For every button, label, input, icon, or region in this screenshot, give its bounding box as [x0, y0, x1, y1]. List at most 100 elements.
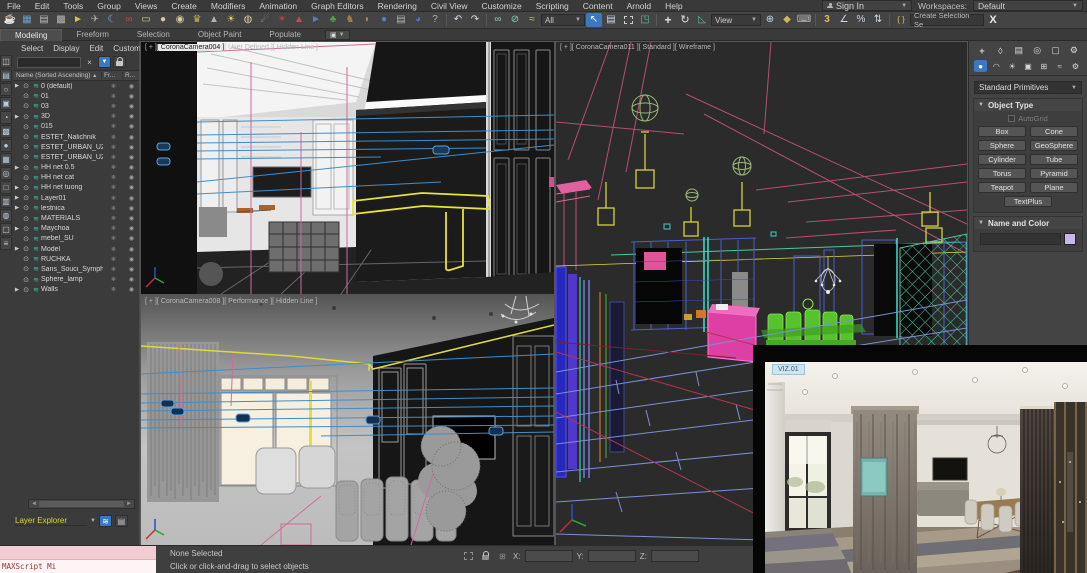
utilities-tab-icon[interactable]: ⚙	[1067, 44, 1081, 57]
menu-item[interactable]: Create	[164, 1, 204, 11]
frozen-toggle-icon[interactable]: ❄	[103, 164, 124, 171]
explorer-filter-icon[interactable]: ▣	[0, 97, 12, 110]
render-toggle-icon[interactable]: ◉	[124, 256, 139, 263]
toolbar-icon[interactable]: ▤	[36, 13, 52, 27]
ribbon-tab-selection[interactable]: Selection	[123, 29, 184, 41]
layer-row[interactable]: ▶ ⊙ ≋ HH net 0.5 ❄ ◉	[13, 163, 139, 173]
layer-row[interactable]: ▶ ⊙ ≋ HH net cat ❄ ◉	[13, 173, 139, 183]
geometry-category-dropdown[interactable]: Standard Primitives ▼	[974, 81, 1082, 94]
x-coordinate-field[interactable]	[525, 550, 573, 562]
primitive-button[interactable]: Teapot	[978, 182, 1026, 193]
visibility-eye-icon[interactable]: ⊙	[21, 255, 31, 263]
explorer-filter-icon[interactable]: ≡	[0, 237, 12, 250]
viewport-1-label[interactable]: [ + ][ CoronaCamera004 ][ User Defined ]…	[145, 44, 318, 51]
layer-row[interactable]: ▶ ⊙ ≋ ESTET_Nalichnik ❄ ◉	[13, 132, 139, 142]
redo-icon[interactable]: ↷	[467, 13, 483, 27]
hierarchy-mode-icon[interactable]: ▤	[115, 515, 128, 527]
viewport-preset-label[interactable]: [ Performance ]	[224, 298, 272, 305]
frozen-toggle-icon[interactable]: ❄	[103, 93, 124, 100]
viewport-bottom-left[interactable]: [ + ][ CoronaCamera008 ][ Performance ][…	[141, 296, 554, 545]
toolbar-icon[interactable]: ◍	[240, 13, 256, 27]
select-link-icon[interactable]: ∞	[490, 13, 506, 27]
frozen-toggle-icon[interactable]: ❄	[103, 276, 124, 283]
toolbar-icon[interactable]: ♛	[189, 13, 205, 27]
viewport-3-label[interactable]: [ + ][ CoronaCamera011 ][ Standard ][ Wi…	[560, 44, 715, 51]
layer-row[interactable]: ▶ ⊙ ≋ HH net tuong ❄ ◉	[13, 183, 139, 193]
ribbon-tab-object-paint[interactable]: Object Paint	[184, 29, 256, 41]
frozen-toggle-icon[interactable]: ❄	[103, 123, 124, 130]
render-toggle-icon[interactable]: ◉	[124, 123, 139, 130]
frozen-toggle-icon[interactable]: ❄	[103, 225, 124, 232]
menu-item[interactable]: File	[0, 1, 28, 11]
frozen-toggle-icon[interactable]: ❄	[103, 184, 124, 191]
expand-arrow-icon[interactable]: ▶	[13, 246, 21, 252]
viewport-menu-plus[interactable]: [ + ]	[145, 298, 157, 305]
use-pivot-icon[interactable]: ⊕	[762, 13, 778, 27]
frozen-toggle-icon[interactable]: ❄	[103, 246, 124, 253]
visibility-eye-icon[interactable]: ⊙	[21, 113, 31, 121]
frozen-toggle-icon[interactable]: ❄	[103, 266, 124, 273]
layer-row[interactable]: ▶ ⊙ ≋ 0 (default) ❄ ◉	[13, 81, 139, 91]
expand-arrow-icon[interactable]: ▶	[13, 205, 21, 211]
visibility-eye-icon[interactable]: ⊙	[21, 225, 31, 233]
frozen-toggle-icon[interactable]: ❄	[103, 144, 124, 151]
menu-item[interactable]: Graph Editors	[304, 1, 370, 11]
render-toggle-icon[interactable]: ◉	[124, 246, 139, 253]
menu-item[interactable]: Tools	[56, 1, 90, 11]
render-toggle-icon[interactable]: ◉	[124, 154, 139, 161]
select-by-name-icon[interactable]: ▤	[603, 13, 619, 27]
frozen-toggle-icon[interactable]: ❄	[103, 256, 124, 263]
layer-row[interactable]: ▶ ⊙ ≋ lestnica ❄ ◉	[13, 203, 139, 213]
toolbar-icon[interactable]: ✈	[87, 13, 103, 27]
window-crossing-icon[interactable]: ◳	[637, 13, 653, 27]
layer-row[interactable]: ▶ ⊙ ≋ Layer01 ❄ ◉	[13, 193, 139, 203]
menu-item[interactable]: Group	[90, 1, 128, 11]
explorer-filter-icon[interactable]: ◍	[0, 209, 12, 222]
menu-item[interactable]: Rendering	[371, 1, 424, 11]
frozen-toggle-icon[interactable]: ❄	[103, 83, 124, 90]
frozen-toggle-icon[interactable]: ❄	[103, 195, 124, 202]
layer-row[interactable]: ▶ ⊙ ≋ 01 ❄ ◉	[13, 91, 139, 101]
toolbar-icon[interactable]: ►	[70, 13, 86, 27]
primitive-button[interactable]: Torus	[978, 168, 1026, 179]
autogrid-checkbox[interactable]	[1008, 115, 1015, 122]
visibility-eye-icon[interactable]: ⊙	[21, 102, 31, 110]
render-toggle-icon[interactable]: ◉	[124, 103, 139, 110]
toolbar-icon[interactable]: ▲	[206, 13, 222, 27]
frozen-toggle-icon[interactable]: ❄	[103, 286, 124, 293]
primitive-button[interactable]: Cylinder	[978, 154, 1026, 165]
spacewarps-category-icon[interactable]: ≈	[1053, 60, 1066, 72]
sign-in-button[interactable]: Sign In ▼	[822, 0, 912, 11]
snaps-toggle-icon[interactable]: 3	[819, 13, 835, 27]
display-tab-icon[interactable]: ▢	[1049, 44, 1063, 57]
layer-row[interactable]: ▶ ⊙ ≋ Sphere_lamp ❄ ◉	[13, 275, 139, 285]
render-toggle-icon[interactable]: ◉	[124, 144, 139, 151]
visibility-eye-icon[interactable]: ⊙	[21, 164, 31, 172]
z-coordinate-field[interactable]	[651, 550, 699, 562]
object-color-swatch[interactable]	[1064, 233, 1076, 245]
horizontal-scrollbar[interactable]: ◄ ►	[28, 499, 135, 509]
render-toggle-icon[interactable]: ◉	[124, 225, 139, 232]
select-manipulate-icon[interactable]: ◆	[779, 13, 795, 27]
render-toggle-icon[interactable]: ◉	[124, 266, 139, 273]
render-toggle-icon[interactable]: ◉	[124, 276, 139, 283]
rect-selection-region-icon[interactable]	[620, 13, 636, 27]
frozen-toggle-icon[interactable]: ❄	[103, 174, 124, 181]
create-tab-icon[interactable]: +	[975, 44, 989, 57]
frozen-toggle-icon[interactable]: ❄	[103, 215, 124, 222]
toolbar-icon[interactable]: ●	[376, 13, 392, 27]
shapes-category-icon[interactable]: ◠	[990, 60, 1003, 72]
visibility-eye-icon[interactable]: ⊙	[21, 143, 31, 151]
visibility-eye-icon[interactable]: ⊙	[21, 82, 31, 90]
layer-row[interactable]: ▶ ⊙ ≋ Maychoa ❄ ◉	[13, 224, 139, 234]
layer-row[interactable]: ▶ ⊙ ≋ Walls ❄ ◉	[13, 285, 139, 294]
explorer-filter-icon[interactable]: ▤	[0, 69, 12, 82]
maxscript-pink-line[interactable]	[0, 546, 156, 560]
menu-item[interactable]: Civil View	[424, 1, 475, 11]
explorer-filter-icon[interactable]: ●	[0, 139, 12, 152]
viewport-pov-label[interactable]: [ CoronaCamera011 ]	[572, 44, 639, 51]
visibility-eye-icon[interactable]: ⊙	[21, 276, 31, 284]
visibility-eye-icon[interactable]: ⊙	[21, 204, 31, 212]
toolbar-icon[interactable]: ●	[155, 13, 171, 27]
frozen-toggle-icon[interactable]: ❄	[103, 103, 124, 110]
